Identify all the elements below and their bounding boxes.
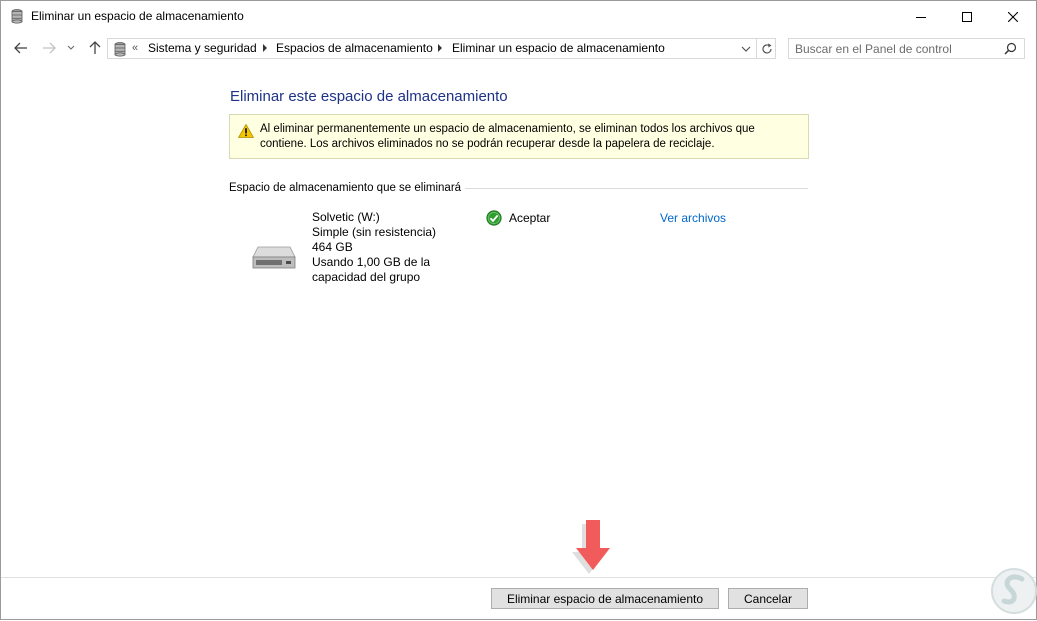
- address-bar[interactable]: « Sistema y seguridad Espacios de almace…: [107, 38, 776, 59]
- maximize-button[interactable]: [944, 1, 990, 32]
- drive-usage: Usando 1,00 GB de la capacidad del grupo: [312, 255, 431, 284]
- refresh-icon: [761, 43, 772, 54]
- maximize-icon: [962, 11, 972, 22]
- view-files-link[interactable]: Ver archivos: [660, 211, 726, 225]
- up-button[interactable]: [85, 38, 105, 58]
- hard-drive-icon: [252, 246, 296, 269]
- chevron-right-icon[interactable]: [261, 42, 269, 54]
- breadcrumb-eliminar-espacio[interactable]: Eliminar un espacio de almacenamiento: [452, 41, 665, 55]
- refresh-button[interactable]: [756, 39, 776, 58]
- footer: Eliminar espacio de almacenamiento Cance…: [1, 578, 1036, 619]
- warning-line: Al eliminar permanentemente un espacio d…: [260, 123, 755, 135]
- chevron-down-icon: [741, 46, 751, 52]
- section-label: Espacio de almacenamiento que se elimina…: [229, 182, 466, 194]
- minimize-icon: [916, 16, 926, 18]
- drive-name: Solvetic (W:): [312, 210, 380, 224]
- breadcrumb-overflow[interactable]: «: [132, 42, 138, 54]
- close-icon: [1008, 11, 1018, 22]
- title-bar: Eliminar un espacio de almacenamiento: [1, 1, 1036, 32]
- annotation-arrow-icon: [572, 520, 610, 574]
- breadcrumb-espacios-de-almacenamiento[interactable]: Espacios de almacenamiento: [276, 41, 433, 55]
- arrow-up-icon: [89, 41, 101, 54]
- storage-spaces-icon: [114, 42, 126, 57]
- minimize-button[interactable]: [898, 1, 944, 32]
- delete-storage-space-button[interactable]: Eliminar espacio de almacenamiento: [491, 588, 719, 609]
- chevron-right-icon[interactable]: [436, 42, 444, 54]
- search-input[interactable]: [795, 41, 995, 56]
- address-dropdown-button[interactable]: [736, 39, 756, 58]
- warning-line: contiene. Los archivos eliminados no se …: [260, 138, 715, 150]
- cancel-button[interactable]: Cancelar: [728, 588, 808, 609]
- solvetic-logo: [991, 568, 1037, 614]
- recent-locations-button[interactable]: [64, 38, 78, 58]
- window-title: Eliminar un espacio de almacenamiento: [31, 9, 244, 23]
- storage-space-window: Eliminar un espacio de almacenamiento « …: [0, 0, 1037, 620]
- storage-spaces-icon: [11, 9, 23, 24]
- close-button[interactable]: [990, 1, 1036, 32]
- breadcrumb-sistema-y-seguridad[interactable]: Sistema y seguridad: [148, 41, 257, 55]
- navigation-bar: « Sistema y seguridad Espacios de almace…: [1, 32, 1036, 64]
- drive-size: 464 GB: [312, 240, 353, 254]
- search-icon[interactable]: [1004, 42, 1017, 55]
- arrow-left-icon: [14, 42, 27, 54]
- warning-banner: Al eliminar permanentemente un espacio d…: [229, 114, 809, 159]
- back-button[interactable]: [11, 38, 31, 58]
- search-box[interactable]: [788, 38, 1025, 59]
- drive-type: Simple (sin resistencia): [312, 225, 437, 239]
- arrow-right-icon: [43, 42, 56, 54]
- drive-details: Solvetic (W:) Simple (sin resistencia) 4…: [312, 210, 487, 285]
- forward-button[interactable]: [39, 38, 59, 58]
- warning-icon: [238, 124, 254, 138]
- page-title: Eliminar este espacio de almacenamiento: [230, 88, 508, 105]
- chevron-down-icon: [67, 45, 75, 50]
- check-circle-icon: [486, 210, 502, 226]
- warning-text: Al eliminar permanentemente un espacio d…: [260, 122, 800, 152]
- status-text: Aceptar: [509, 211, 551, 225]
